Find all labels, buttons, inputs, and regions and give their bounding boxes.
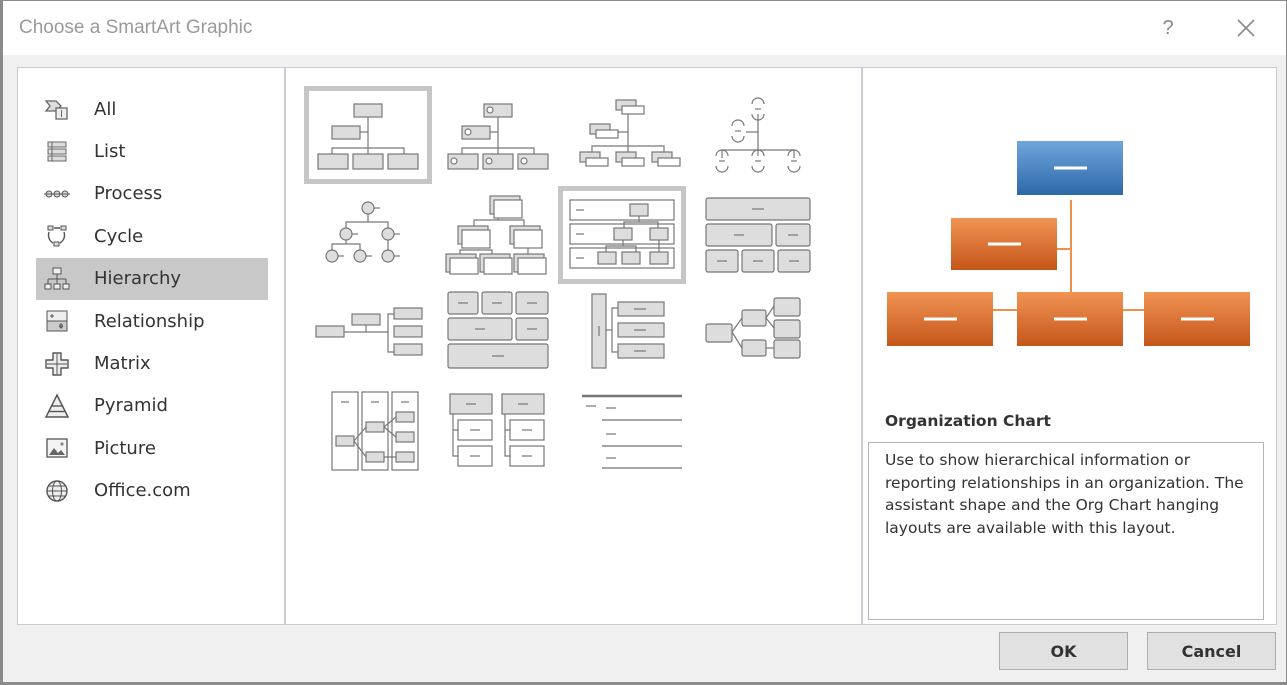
category-picture[interactable]: Picture	[36, 427, 268, 469]
title-bar: Choose a SmartArt Graphic ?	[3, 1, 1286, 55]
layout-picture-organization-chart[interactable]	[434, 86, 562, 184]
globe-icon	[42, 476, 72, 506]
category-label: Picture	[94, 437, 156, 459]
name-title-org-chart-thumbnail-icon	[579, 99, 681, 167]
all-icon	[42, 94, 72, 124]
layout-description: Use to show hierarchical information or …	[885, 451, 1244, 537]
category-panel: All List Process Cycle Hierarchy Relatio…	[17, 67, 285, 625]
layout-table-hierarchy[interactable]	[558, 186, 686, 284]
table-hierarchy-thumbnail-icon	[569, 199, 675, 269]
hierarchy-thumbnail-icon	[325, 201, 400, 263]
layout-description-box: Use to show hierarchical information or …	[868, 442, 1264, 620]
cycle-icon	[42, 221, 72, 251]
picture-org-chart-thumbnail-icon	[447, 103, 549, 170]
horizontal-org-chart-thumbnail-icon	[315, 307, 423, 356]
org-chart-preview-icon	[887, 141, 1250, 346]
hierarchy-list-thumbnail-icon	[449, 393, 545, 467]
smartart-dialog: Choose a SmartArt Graphic ? All List Pro…	[0, 0, 1287, 685]
layout-name: Organization Chart	[885, 412, 1051, 430]
category-label: Relationship	[94, 310, 205, 332]
category-matrix[interactable]: Matrix	[36, 342, 268, 384]
category-label: Matrix	[94, 353, 151, 375]
category-relationship[interactable]: Relationship	[36, 300, 268, 342]
relationship-icon	[42, 306, 72, 336]
multi-level-hierarchy-thumbnail-icon	[331, 391, 419, 471]
layout-preview	[883, 128, 1263, 368]
layout-labeled-hierarchy[interactable]	[434, 186, 562, 284]
layout-horizontal-hierarchy[interactable]	[694, 282, 822, 380]
list-icon	[42, 137, 72, 167]
circle-picture-hierarchy-thumbnail-icon	[715, 97, 801, 173]
layout-architecture[interactable]	[694, 186, 822, 284]
layout-name-title-org-chart[interactable]	[564, 86, 692, 184]
layout-organization-chart[interactable]	[304, 86, 432, 184]
architecture-thumbnail-icon	[705, 197, 811, 273]
lined-list-thumbnail-icon	[582, 394, 682, 469]
cancel-button[interactable]: Cancel	[1147, 632, 1276, 670]
layout-lined-list[interactable]	[564, 382, 692, 480]
ok-button[interactable]: OK	[999, 632, 1128, 670]
picture-icon	[42, 433, 72, 463]
category-hierarchy[interactable]: Hierarchy	[36, 257, 268, 300]
category-process[interactable]: Process	[36, 173, 268, 215]
category-label: All	[94, 98, 117, 120]
category-all[interactable]: All	[36, 88, 268, 130]
close-icon	[1237, 19, 1255, 37]
org-chart-thumbnail-icon	[317, 103, 419, 170]
process-icon	[42, 179, 72, 209]
labeled-hierarchy-thumbnail-icon	[445, 195, 547, 275]
layout-hierarchy[interactable]	[304, 186, 432, 284]
layout-horizontal-org-chart[interactable]	[304, 282, 432, 380]
close-button[interactable]	[1229, 11, 1263, 45]
category-office-com[interactable]: Office.com	[36, 470, 268, 512]
help-button[interactable]: ?	[1153, 13, 1183, 43]
category-label: List	[94, 141, 126, 163]
matrix-icon	[42, 349, 72, 379]
hierarchy-icon	[42, 264, 72, 294]
vertical-bracket-thumbnail-icon	[591, 293, 665, 369]
layout-hierarchy-list[interactable]	[434, 382, 562, 480]
layout-horizontal-multi-level-hierarchy[interactable]	[304, 382, 432, 480]
horizontal-hierarchy-thumbnail-icon	[705, 297, 801, 359]
category-label: Pyramid	[94, 395, 168, 417]
layout-gallery	[284, 67, 862, 625]
dialog-title: Choose a SmartArt Graphic	[19, 17, 253, 38]
preview-panel: Organization Chart Use to show hierarchi…	[861, 67, 1277, 625]
category-label: Process	[94, 183, 163, 205]
category-list-item[interactable]: List	[36, 130, 268, 172]
stacked-architecture-thumbnail-icon	[447, 291, 549, 369]
pyramid-icon	[42, 391, 72, 421]
category-label: Hierarchy	[94, 268, 182, 290]
category-cycle[interactable]: Cycle	[36, 215, 268, 257]
layout-stacked-architecture[interactable]	[434, 282, 562, 380]
layout-vertical-bracket[interactable]	[564, 282, 692, 380]
category-label: Cycle	[94, 225, 144, 247]
layout-circle-picture-hierarchy[interactable]	[694, 86, 822, 184]
category-list: All List Process Cycle Hierarchy Relatio…	[36, 88, 268, 512]
category-pyramid[interactable]: Pyramid	[36, 385, 268, 427]
category-label: Office.com	[94, 480, 191, 502]
